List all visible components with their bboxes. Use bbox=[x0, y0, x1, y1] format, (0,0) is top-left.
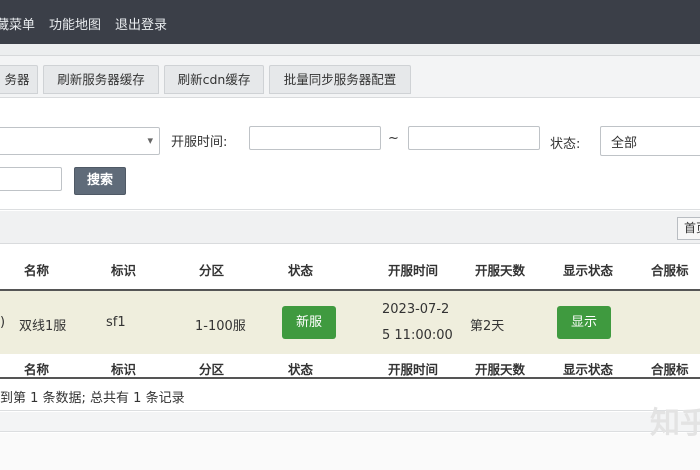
open-time-label: 开服时间: bbox=[171, 135, 228, 150]
watermark-logo: 知乎 bbox=[650, 406, 700, 441]
status-select-value: 全部 bbox=[611, 136, 638, 151]
bottom-bar bbox=[0, 412, 700, 432]
table-row: ) 双线1服 sf1 1-100服 新服 2023-07-2 5 11:00:0… bbox=[0, 291, 700, 354]
first-page-button[interactable]: 首页 bbox=[677, 217, 700, 240]
footer-tag: 标识 bbox=[111, 362, 137, 377]
table-footer-header: 名称 标识 分区 状态 开服时间 开服天数 显示状态 合服标 bbox=[0, 354, 700, 379]
status-select[interactable]: 全部 bbox=[600, 126, 700, 156]
record-summary: 到第 1 条数据; 总共有 1 条记录 bbox=[0, 381, 700, 411]
row-open-days: 第2天 bbox=[470, 319, 505, 334]
open-time-end-input[interactable] bbox=[408, 126, 540, 150]
header-tag: 标识 bbox=[111, 263, 137, 278]
logout-link[interactable]: 退出登录 bbox=[115, 14, 167, 33]
tab-refresh-cdn-cache[interactable]: 刷新cdn缓存 bbox=[164, 65, 264, 94]
record-summary-text: 到第 1 条数据; 总共有 1 条记录 bbox=[0, 391, 185, 406]
footer-zone: 分区 bbox=[199, 362, 225, 377]
open-time-start-input[interactable] bbox=[249, 126, 381, 150]
display-status-button[interactable]: 显示 bbox=[557, 306, 611, 339]
new-server-status-badge[interactable]: 新服 bbox=[282, 306, 336, 339]
top-nav-bar: 藏菜单 功能地图 退出登录 bbox=[0, 0, 700, 44]
header-open-time: 开服时间 bbox=[388, 263, 439, 278]
table-header: 名称 标识 分区 状态 开服时间 开服天数 显示状态 合服标 bbox=[0, 245, 700, 291]
range-separator: ~ bbox=[388, 131, 399, 146]
page-bottom bbox=[0, 433, 700, 470]
row-tag: sf1 bbox=[106, 315, 126, 330]
header-display-status: 显示状态 bbox=[563, 263, 614, 278]
row-name: 双线1服 bbox=[19, 319, 67, 334]
pagination-bar bbox=[0, 211, 700, 244]
chevron-down-icon: ▾ bbox=[147, 134, 153, 147]
footer-status: 状态 bbox=[288, 362, 314, 377]
header-status: 状态 bbox=[288, 263, 314, 278]
status-label: 状态: bbox=[550, 137, 581, 152]
footer-open-time: 开服时间 bbox=[388, 362, 439, 377]
action-tabs-bar: 务器 刷新服务器缓存 刷新cdn缓存 批量同步服务器配置 bbox=[0, 56, 700, 98]
tab-server[interactable]: 务器 bbox=[0, 65, 38, 94]
header-name: 名称 bbox=[24, 263, 50, 278]
footer-open-days: 开服天数 bbox=[475, 362, 526, 377]
row-open-time-line2: 5 11:00:00 bbox=[382, 328, 453, 343]
footer-display-status: 显示状态 bbox=[563, 362, 614, 377]
nav-spacer bbox=[0, 44, 700, 56]
header-zone: 分区 bbox=[199, 263, 225, 278]
header-open-days: 开服天数 bbox=[475, 263, 526, 278]
search-button[interactable]: 搜索 bbox=[74, 167, 126, 195]
tab-refresh-server-cache[interactable]: 刷新服务器缓存 bbox=[43, 65, 159, 94]
footer-name: 名称 bbox=[24, 362, 50, 377]
row-open-time-line1: 2023-07-2 bbox=[382, 302, 450, 317]
server-select[interactable]: ▾ bbox=[0, 127, 160, 155]
row-id-fragment: ) bbox=[0, 315, 6, 330]
keyword-input[interactable] bbox=[0, 167, 62, 191]
footer-merge: 合服标 bbox=[651, 362, 689, 377]
tab-batch-sync-config[interactable]: 批量同步服务器配置 bbox=[269, 65, 411, 94]
function-map-link[interactable]: 功能地图 bbox=[49, 14, 101, 33]
row-zone: 1-100服 bbox=[195, 319, 246, 334]
header-merge: 合服标 bbox=[651, 263, 689, 278]
hide-menu-link[interactable]: 藏菜单 bbox=[0, 14, 35, 33]
